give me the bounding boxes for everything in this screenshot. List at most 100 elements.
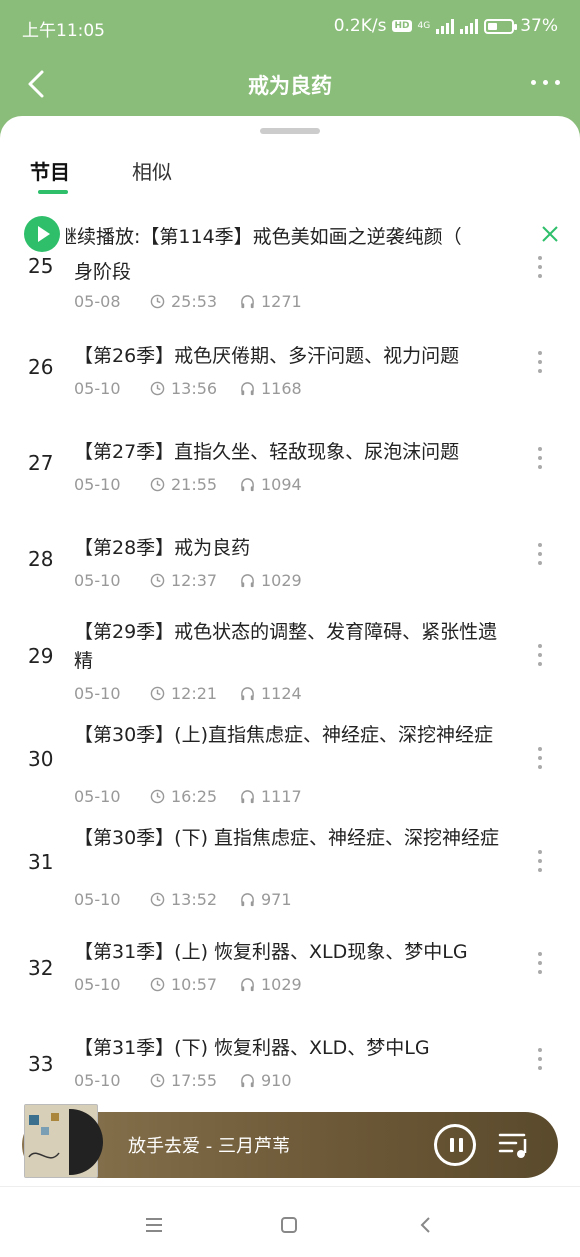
tab-bar: 节目 相似 xyxy=(30,156,172,194)
clock-icon xyxy=(150,294,165,309)
episode-duration: 12:21 xyxy=(150,684,240,703)
episode-meta: 05-10 10:57 1029 xyxy=(74,975,302,994)
episode-duration: 13:52 xyxy=(150,890,240,909)
plays-text: 1168 xyxy=(261,379,302,398)
now-playing-title[interactable]: 放手去爱 - 三月芦苇 xyxy=(128,1132,290,1158)
network-speed: 0.2K/s xyxy=(333,16,387,36)
episode-title: 【第28季】戒为良药 xyxy=(74,537,251,559)
episode-duration: 16:25 xyxy=(150,787,240,806)
home-icon[interactable] xyxy=(279,1215,299,1235)
more-vertical-icon[interactable] xyxy=(538,952,542,974)
episode-title: 【第26季】戒色厌倦期、多汗问题、视力问题 xyxy=(74,345,460,367)
headphones-icon xyxy=(241,1074,254,1088)
more-vertical-icon[interactable] xyxy=(538,543,542,565)
episode-duration: 10:57 xyxy=(150,975,240,994)
episode-duration: 17:55 xyxy=(150,1071,240,1090)
duration-text: 16:25 xyxy=(171,787,218,806)
episode-plays: 1029 xyxy=(240,571,302,590)
tab-similar[interactable]: 相似 xyxy=(132,156,172,185)
episode-duration: 13:56 xyxy=(150,379,240,398)
headphones-icon xyxy=(241,978,254,992)
tab-programs[interactable]: 节目 xyxy=(30,156,70,194)
menu-icon[interactable] xyxy=(144,1215,164,1235)
clock-icon xyxy=(150,686,165,701)
plays-text: 1117 xyxy=(261,787,302,806)
episode-meta: 05-10 12:37 1029 xyxy=(74,571,302,590)
episode-list[interactable]: 25 身阶段 05-08 25:53 1271 26 【第26季】戒色厌倦期、多… xyxy=(0,214,580,1114)
duration-text: 25:53 xyxy=(171,292,218,311)
pause-icon[interactable] xyxy=(434,1124,476,1166)
battery-percent: 37% xyxy=(520,16,558,36)
episode-number: 26 xyxy=(28,355,54,379)
duration-text: 12:37 xyxy=(171,571,218,590)
episode-number: 25 xyxy=(28,254,54,278)
episode-date: 05-10 xyxy=(74,787,121,806)
system-nav-bar xyxy=(0,1186,580,1257)
clock-icon xyxy=(150,789,165,804)
headphones-icon xyxy=(241,790,254,804)
clock-icon xyxy=(150,977,165,992)
episode-number: 27 xyxy=(28,451,54,475)
signal-icon-2 xyxy=(460,18,479,34)
resume-banner[interactable]: 继续播放:【第114季】戒色美如画之逆袭纯颜（ xyxy=(0,214,580,254)
more-vertical-icon[interactable] xyxy=(538,1048,542,1070)
episode-date: 05-10 xyxy=(74,975,121,994)
episode-title: 【第27季】直指久坐、轻敌现象、尿泡沫问题 xyxy=(74,441,460,463)
playlist-icon[interactable] xyxy=(498,1130,530,1160)
drag-handle[interactable] xyxy=(260,128,320,134)
more-dots-icon[interactable] xyxy=(531,80,560,85)
more-vertical-icon[interactable] xyxy=(538,351,542,373)
more-vertical-icon[interactable] xyxy=(538,850,542,872)
more-vertical-icon[interactable] xyxy=(538,644,542,666)
episode-number: 32 xyxy=(28,956,54,980)
duration-text: 21:55 xyxy=(171,475,218,494)
episode-meta: 05-10 12:21 1124 xyxy=(74,684,302,703)
episode-date: 05-10 xyxy=(74,684,121,703)
episode-date: 05-10 xyxy=(74,379,121,398)
more-vertical-icon[interactable] xyxy=(538,256,542,278)
nav-back-icon[interactable] xyxy=(416,1215,436,1235)
more-vertical-icon[interactable] xyxy=(538,447,542,469)
episode-duration: 25:53 xyxy=(150,292,240,311)
mini-player[interactable]: 放手去爱 - 三月芦苇 xyxy=(22,1104,558,1178)
album-art[interactable] xyxy=(24,1104,103,1178)
status-bar: 上午11:05 0.2K/s HD 4G 37% xyxy=(0,0,580,52)
episode-meta: 05-10 21:55 1094 xyxy=(74,475,302,494)
episode-plays: 1271 xyxy=(240,292,302,311)
episode-number: 31 xyxy=(28,850,54,874)
close-icon[interactable] xyxy=(540,224,560,244)
resume-text[interactable]: 继续播放:【第114季】戒色美如画之逆袭纯颜（ xyxy=(66,222,506,249)
episode-title: 【第31季】(下) 恢复利器、XLD、梦中LG xyxy=(74,1037,430,1059)
episode-plays: 971 xyxy=(240,890,292,909)
network-type: 4G xyxy=(417,21,431,31)
plays-text: 1094 xyxy=(261,475,302,494)
play-icon[interactable] xyxy=(24,216,60,252)
episode-title: 【第29季】戒色状态的调整、发育障碍、紧张性遗精 xyxy=(74,621,498,672)
episode-meta: 05-10 16:25 1117 xyxy=(74,787,302,806)
episode-duration: 21:55 xyxy=(150,475,240,494)
headphones-icon xyxy=(241,382,254,396)
page-title: 戒为良药 xyxy=(248,74,332,98)
duration-text: 13:56 xyxy=(171,379,218,398)
headphones-icon xyxy=(241,295,254,309)
episode-date: 05-10 xyxy=(74,1071,121,1090)
episode-title: 身阶段 xyxy=(74,261,132,283)
more-vertical-icon[interactable] xyxy=(538,747,542,769)
duration-text: 17:55 xyxy=(171,1071,218,1090)
clock-icon xyxy=(150,477,165,492)
episode-title: 【第30季】(上)直指焦虑症、神经症、深挖神经症 xyxy=(74,724,494,746)
episode-date: 05-10 xyxy=(74,571,121,590)
clock-icon xyxy=(150,892,165,907)
battery-fill xyxy=(488,22,498,30)
episode-meta: 05-10 13:52 971 xyxy=(74,890,292,909)
clock-icon xyxy=(150,573,165,588)
status-right: 0.2K/s HD 4G 37% xyxy=(334,16,558,36)
duration-text: 10:57 xyxy=(171,975,218,994)
headphones-icon xyxy=(241,478,254,492)
hd-badge: HD xyxy=(392,20,412,32)
episode-number: 33 xyxy=(28,1052,54,1076)
vinyl-disc xyxy=(69,1109,103,1175)
episode-date: 05-10 xyxy=(74,890,121,909)
content-sheet: 节目 相似 25 身阶段 05-08 25:53 1271 26 【第26季】戒… xyxy=(0,116,580,1257)
episode-meta: 05-10 17:55 910 xyxy=(74,1071,292,1090)
